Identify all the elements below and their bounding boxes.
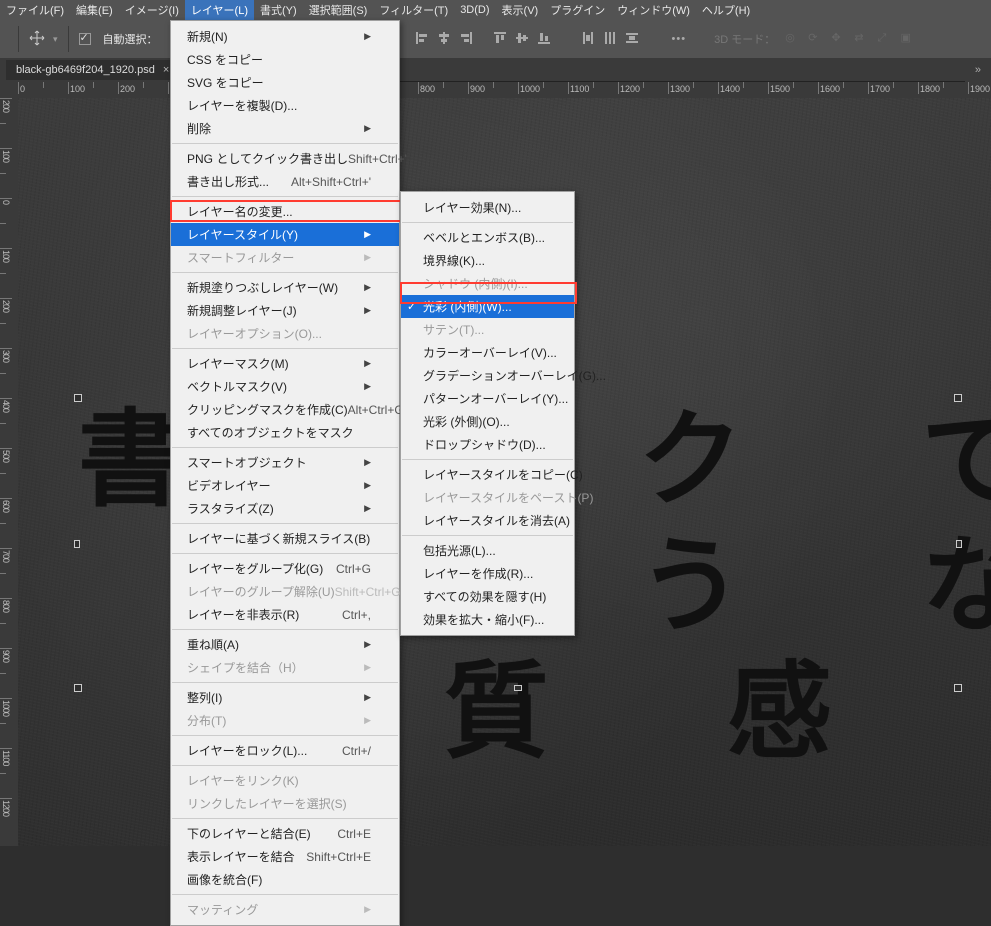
menu-item-CSS をコピー[interactable]: CSS をコピー: [171, 48, 399, 71]
align-vcenter-icon[interactable]: [514, 30, 532, 48]
menu-item-パターンオーバーレイ(Y)...[interactable]: パターンオーバーレイ(Y)...: [401, 387, 574, 410]
menu-item-整列(I)[interactable]: 整列(I)▶: [171, 686, 399, 709]
menu-フィルター(T)[interactable]: フィルター(T): [373, 0, 454, 21]
menu-item-レイヤースタイルを消去(A)[interactable]: レイヤースタイルを消去(A): [401, 509, 574, 532]
menu-item-PNG としてクイック書き出し[interactable]: PNG としてクイック書き出しShift+Ctrl+': [171, 147, 399, 170]
menu-item-スマートフィルター: スマートフィルター▶: [171, 246, 399, 269]
menu-レイヤー(L)[interactable]: レイヤー(L): [185, 0, 254, 21]
menu-item-書き出し形式...[interactable]: 書き出し形式...Alt+Shift+Ctrl+': [171, 170, 399, 193]
menu-item-カラーオーバーレイ(V)...[interactable]: カラーオーバーレイ(V)...: [401, 341, 574, 364]
menu-item-分布(T): 分布(T)▶: [171, 709, 399, 732]
menu-item-レイヤーのグループ解除(U): レイヤーのグループ解除(U)Shift+Ctrl+G: [171, 580, 399, 603]
menu-ウィンドウ(W)[interactable]: ウィンドウ(W): [611, 0, 696, 21]
menu-item-重ね順(A)[interactable]: 重ね順(A)▶: [171, 633, 399, 656]
3d-mode-label: 3D モード：: [714, 31, 775, 47]
menu-プラグイン[interactable]: プラグイン: [544, 0, 611, 21]
menu-item-ベクトルマスク(V)[interactable]: ベクトルマスク(V)▶: [171, 375, 399, 398]
distribute-bottom-icon[interactable]: [624, 30, 642, 48]
menu-イメージ(I)[interactable]: イメージ(I): [119, 0, 185, 21]
menu-item-レイヤー名の変更...[interactable]: レイヤー名の変更...: [171, 200, 399, 223]
menu-item-レイヤースタイルをペースト(P): レイヤースタイルをペースト(P): [401, 486, 574, 509]
auto-select-label: 自動選択：: [103, 31, 158, 47]
menu-ファイル(F)[interactable]: ファイル(F): [0, 0, 70, 21]
menu-item-レイヤーを作成(R)...[interactable]: レイヤーを作成(R)...: [401, 562, 574, 585]
3d-zoom-icon: ⤢: [877, 32, 893, 48]
menu-item-シェイプを結合（H）: シェイプを結合（H）▶: [171, 656, 399, 679]
menu-item-すべての効果を隠す(H)[interactable]: すべての効果を隠す(H): [401, 585, 574, 608]
menu-item-境界線(K)...[interactable]: 境界線(K)...: [401, 249, 574, 272]
menu-item-削除[interactable]: 削除▶: [171, 117, 399, 140]
menu-item-光彩 (外側)(O)...[interactable]: 光彩 (外側)(O)...: [401, 410, 574, 433]
3d-pan-icon: ✥: [831, 31, 847, 47]
menu-item-レイヤーをグループ化(G)[interactable]: レイヤーをグループ化(G)Ctrl+G: [171, 557, 399, 580]
menu-item-レイヤースタイルをコピー(C)[interactable]: レイヤースタイルをコピー(C): [401, 463, 574, 486]
align-hcenter-icon[interactable]: [436, 30, 454, 48]
3d-orbit-icon: ◎: [785, 31, 801, 47]
menu-書式(Y)[interactable]: 書式(Y): [254, 0, 303, 21]
ruler-horizontal: 0100200300400500600700800900100011001200…: [18, 82, 991, 98]
menu-item-効果を拡大・縮小(F)...[interactable]: 効果を拡大・縮小(F)...: [401, 608, 574, 631]
distribute-top-icon[interactable]: [580, 30, 598, 48]
menu-item-新規塗りつぶしレイヤー(W)[interactable]: 新規塗りつぶしレイヤー(W)▶: [171, 276, 399, 299]
menu-item-リンクしたレイヤーを選択(S): リンクしたレイヤーを選択(S): [171, 792, 399, 815]
menu-item-レイヤーに基づく新規スライス(B)[interactable]: レイヤーに基づく新規スライス(B): [171, 527, 399, 550]
distribute-vcenter-icon[interactable]: [602, 30, 620, 48]
document-tab-bar: black-gb6469f204_1920.psd × »: [0, 58, 991, 82]
layer-menu-dropdown[interactable]: 新規(N)▶CSS をコピーSVG をコピーレイヤーを複製(D)...削除▶ PN…: [170, 20, 400, 926]
menu-item-スマートオブジェクト[interactable]: スマートオブジェクト▶: [171, 451, 399, 474]
menu-item-シャドウ (内側)(I)...: シャドウ (内側)(I)...: [401, 272, 574, 295]
tab-title: black-gb6469f204_1920.psd: [16, 64, 155, 76]
3d-slide-icon: ⇄: [854, 31, 870, 47]
ruler-origin: [0, 82, 18, 98]
menu-item-表示レイヤーを結合[interactable]: 表示レイヤーを結合Shift+Ctrl+E: [171, 845, 399, 868]
menu-3D(D)[interactable]: 3D(D): [454, 1, 495, 19]
auto-select-checkbox[interactable]: [79, 33, 91, 45]
menu-編集(E)[interactable]: 編集(E): [70, 0, 119, 21]
menu-item-レイヤーを非表示(R)[interactable]: レイヤーを非表示(R)Ctrl+,: [171, 603, 399, 626]
menu-item-レイヤーを複製(D)...[interactable]: レイヤーを複製(D)...: [171, 94, 399, 117]
align-left-icon[interactable]: [414, 30, 432, 48]
menu-item-光彩 (内側)(W)...[interactable]: ✓光彩 (内側)(W)...: [401, 295, 574, 318]
document-tab[interactable]: black-gb6469f204_1920.psd ×: [6, 60, 179, 80]
menu-item-レイヤーをリンク(K): レイヤーをリンク(K): [171, 769, 399, 792]
more-icon[interactable]: •••: [672, 33, 687, 45]
move-tool-icon[interactable]: [29, 30, 45, 49]
menu-item-レイヤーオプション(O)...: レイヤーオプション(O)...: [171, 322, 399, 345]
ruler-vertical: 2001000100200300400500600700800900100011…: [0, 98, 18, 846]
align-right-icon[interactable]: [458, 30, 476, 48]
3d-roll-icon: ⟳: [808, 31, 824, 47]
menu-item-サテン(T)...: サテン(T)...: [401, 318, 574, 341]
menu-表示(V)[interactable]: 表示(V): [496, 0, 545, 21]
menu-item-画像を統合(F)[interactable]: 画像を統合(F): [171, 868, 399, 891]
menu-item-ビデオレイヤー[interactable]: ビデオレイヤー▶: [171, 474, 399, 497]
close-tab-icon[interactable]: ×: [163, 64, 169, 76]
menu-item-ラスタライズ(Z)[interactable]: ラスタライズ(Z)▶: [171, 497, 399, 520]
menu-item-すべてのオブジェクトをマスク[interactable]: すべてのオブジェクトをマスク: [171, 421, 399, 444]
menu-item-レイヤー効果(N)...[interactable]: レイヤー効果(N)...: [401, 196, 574, 219]
menu-item-ドロップシャドウ(D)...[interactable]: ドロップシャドウ(D)...: [401, 433, 574, 456]
menu-item-SVG をコピー[interactable]: SVG をコピー: [171, 71, 399, 94]
align-top-icon[interactable]: [492, 30, 510, 48]
3d-camera-icon: ▣: [901, 31, 917, 47]
menu-item-レイヤースタイル(Y)[interactable]: レイヤースタイル(Y)▶: [171, 223, 399, 246]
menu-item-クリッピングマスクを作成(C)[interactable]: クリッピングマスクを作成(C)Alt+Ctrl+G: [171, 398, 399, 421]
menu-item-新規(N)[interactable]: 新規(N)▶: [171, 25, 399, 48]
layer-style-submenu[interactable]: レイヤー効果(N)... ベベルとエンボス(B)...境界線(K)...シャドウ …: [400, 191, 575, 636]
menu-ヘルプ(H)[interactable]: ヘルプ(H): [696, 0, 756, 21]
menu-item-包括光源(L)...[interactable]: 包括光源(L)...: [401, 539, 574, 562]
menu-item-マッティング: マッティング▶: [171, 898, 399, 921]
menu-item-グラデーションオーバーレイ(G)...[interactable]: グラデーションオーバーレイ(G)...: [401, 364, 574, 387]
menu-item-新規調整レイヤー(J)[interactable]: 新規調整レイヤー(J)▶: [171, 299, 399, 322]
menu-item-レイヤーマスク(M)[interactable]: レイヤーマスク(M)▶: [171, 352, 399, 375]
tab-overflow-icon[interactable]: »: [965, 64, 991, 76]
align-bottom-icon[interactable]: [536, 30, 554, 48]
menu-bar: ファイル(F)編集(E)イメージ(I)レイヤー(L)書式(Y)選択範囲(S)フィ…: [0, 0, 991, 20]
menu-選択範囲(S)[interactable]: 選択範囲(S): [303, 0, 374, 21]
menu-item-レイヤーをロック(L)...[interactable]: レイヤーをロック(L)...Ctrl+/: [171, 739, 399, 762]
3d-icons: ◎ ⟳ ✥ ⇄ ⤢ ▣: [783, 31, 918, 48]
align-icons-group: [414, 30, 642, 48]
options-bar: ▾ 自動選択： ••• 3D モード： ◎ ⟳ ✥ ⇄ ⤢ ▣: [0, 20, 991, 58]
menu-item-ベベルとエンボス(B)...[interactable]: ベベルとエンボス(B)...: [401, 226, 574, 249]
menu-item-下のレイヤーと結合(E)[interactable]: 下のレイヤーと結合(E)Ctrl+E: [171, 822, 399, 845]
